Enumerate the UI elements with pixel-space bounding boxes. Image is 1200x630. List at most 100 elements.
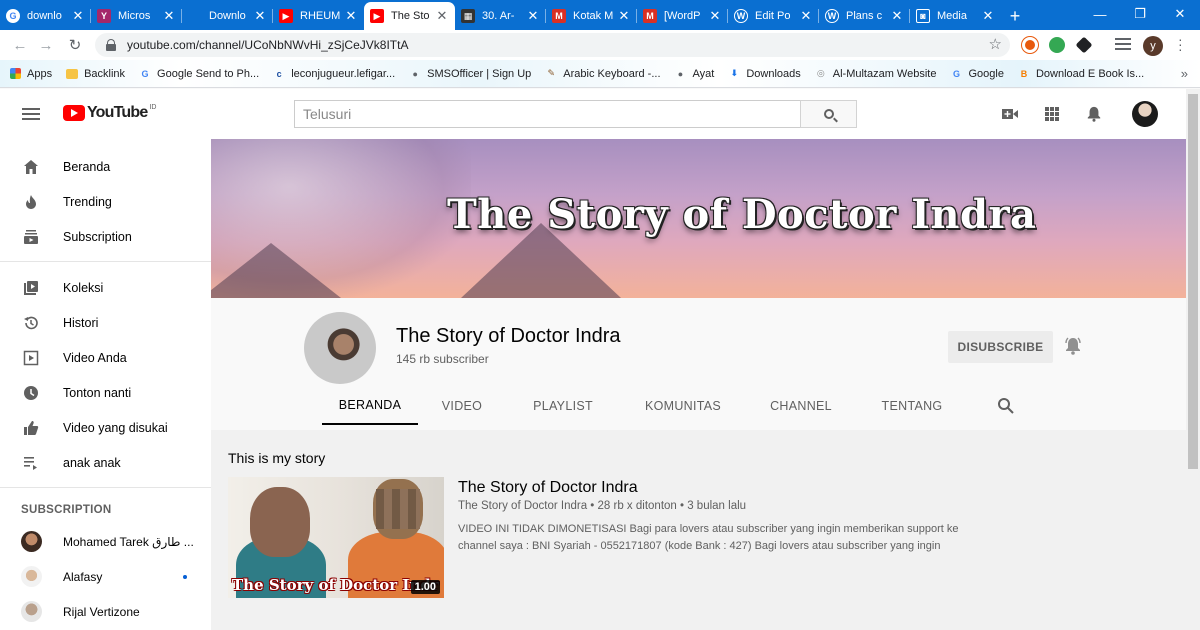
close-window-icon[interactable]: ✕ <box>1160 0 1200 28</box>
reload-icon[interactable]: ↻ <box>61 31 89 59</box>
extension-leaf-icon[interactable] <box>1049 37 1065 53</box>
close-tab-icon[interactable]: ✕ <box>890 8 904 24</box>
subscribed-button[interactable]: DISUBSCRIBE <box>948 331 1053 363</box>
close-tab-icon[interactable]: ✕ <box>253 8 267 24</box>
search-button[interactable] <box>800 100 857 128</box>
browser-tab[interactable]: M [WordP ✕ <box>637 2 728 30</box>
tab-channel[interactable]: CHANNEL <box>753 387 849 425</box>
notifications-bell-icon[interactable] <box>1085 106 1103 122</box>
sidebar-item-label: Video Anda <box>63 350 127 365</box>
liked-icon <box>22 419 40 437</box>
media-control-icon[interactable] <box>1115 38 1131 52</box>
bookmark-item[interactable]: ✎ Arabic Keyboard -... <box>545 68 661 80</box>
your-videos-icon <box>22 349 40 367</box>
close-tab-icon[interactable]: ✕ <box>708 8 722 24</box>
bookmark-item[interactable]: G Google Send to Ph... <box>139 67 260 80</box>
tab-video[interactable]: VIDEO <box>427 387 497 425</box>
browser-tab[interactable]: ▶ The Sto ✕ <box>364 2 455 30</box>
close-tab-icon[interactable]: ✕ <box>162 8 176 24</box>
browser-tab[interactable]: Gdownlo ✕ <box>0 2 91 30</box>
folder-icon <box>66 68 79 79</box>
bookmark-item[interactable]: Backlink <box>66 68 125 80</box>
bookmark-item[interactable]: ◎ Al-Multazam Website <box>815 68 937 80</box>
bookmark-label: Google Send to Ph... <box>157 67 260 80</box>
minimize-window-icon[interactable]: — <box>1080 0 1120 28</box>
scrollbar-thumb[interactable] <box>1188 94 1198 469</box>
channel-avatar[interactable] <box>304 312 376 384</box>
apps-grid-icon[interactable] <box>1043 106 1061 122</box>
forward-arrow-icon[interactable]: → <box>32 31 60 59</box>
subscriptions-icon <box>22 228 40 246</box>
close-tab-icon[interactable]: ✕ <box>526 8 540 24</box>
youtube-logo[interactable]: YouTube ID <box>63 104 156 122</box>
close-tab-icon[interactable]: ✕ <box>435 8 449 24</box>
browser-tab[interactable]: Downlo ✕ <box>182 2 273 30</box>
address-bar[interactable]: youtube.com/channel/UCoNbNWvHi_zSjCeJVk8… <box>95 33 1010 57</box>
bookmark-item[interactable]: ● SMSOfficer | Sign Up <box>409 68 531 80</box>
new-tab-button[interactable]: + <box>1001 2 1029 30</box>
extension-record-icon[interactable] <box>1022 37 1038 53</box>
subscription-item[interactable]: Rijal Vertizone <box>0 594 211 629</box>
trending-icon <box>22 193 40 211</box>
close-tab-icon[interactable]: ✕ <box>799 8 813 24</box>
lock-icon[interactable] <box>105 39 117 51</box>
bookmark-item[interactable]: B Download E Book Is... <box>1018 68 1144 80</box>
close-tab-icon[interactable]: ✕ <box>981 8 995 24</box>
browser-tab[interactable]: W Edit Po ✕ <box>728 2 819 30</box>
tab-title: 30. Ar- <box>482 10 515 22</box>
sidebar-item-anak-anak[interactable]: anak anak <box>0 445 211 480</box>
more-bookmarks-icon[interactable]: » <box>1181 66 1188 81</box>
youtube-icon: ▶ <box>370 9 384 23</box>
create-video-icon[interactable] <box>1001 106 1019 122</box>
back-arrow-icon[interactable]: ← <box>6 31 34 59</box>
download-icon: ⬇ <box>730 68 739 78</box>
sidebar-item-beranda[interactable]: Beranda <box>0 149 211 184</box>
tab-playlist[interactable]: PLAYLIST <box>515 387 611 425</box>
bookmark-item[interactable]: ● Ayat <box>675 68 715 80</box>
tab-title: The Sto <box>391 10 430 22</box>
tab-beranda[interactable]: BERANDA <box>322 387 418 425</box>
bookmark-label: leconjugueur.lefigar... <box>291 67 396 80</box>
extension-cube-icon[interactable] <box>1075 36 1093 54</box>
search-icon <box>823 109 834 119</box>
video-title[interactable]: The Story of Doctor Indra <box>458 479 638 497</box>
sidebar-item-tonton-nanti[interactable]: Tonton nanti <box>0 375 211 410</box>
bookmark-item[interactable]: ⬇ Downloads <box>728 68 801 80</box>
search-input[interactable]: Telusuri <box>294 100 800 128</box>
subscription-item[interactable]: Mohamed Tarek طارق ... <box>0 524 211 559</box>
bookmark-item[interactable]: Apps <box>10 68 52 80</box>
close-tab-icon[interactable]: ✕ <box>71 8 85 24</box>
gmail-icon: M <box>643 9 657 23</box>
sidebar-item-video-yang-disukai[interactable]: Video yang disukai <box>0 410 211 445</box>
video-thumbnail[interactable]: The Story of Doctor Indr 1.00 <box>228 477 444 598</box>
browser-tab[interactable]: ▦ 30. Ar- ✕ <box>455 2 546 30</box>
tab-komunitas[interactable]: KOMUNITAS <box>629 387 737 425</box>
browser-tab[interactable]: M Kotak M ✕ <box>546 2 637 30</box>
sidebar-item-video-anda[interactable]: Video Anda <box>0 340 211 375</box>
sidebar-item-trending[interactable]: Trending <box>0 184 211 219</box>
browser-tab[interactable]: Y Micros ✕ <box>91 2 182 30</box>
browser-tab[interactable]: ▶ RHEUM ✕ <box>273 2 364 30</box>
browser-profile-avatar[interactable]: y <box>1143 36 1163 56</box>
browser-menu-icon[interactable]: · · · <box>1178 32 1183 56</box>
sidebar-item-koleksi[interactable]: Koleksi <box>0 270 211 305</box>
page-scrollbar[interactable] <box>1186 89 1200 630</box>
sidebar-item-histori[interactable]: Histori <box>0 305 211 340</box>
close-tab-icon[interactable]: ✕ <box>344 8 358 24</box>
tab-tentang[interactable]: TENTANG <box>867 387 957 425</box>
account-avatar[interactable] <box>1132 101 1158 127</box>
restore-window-icon[interactable]: ❐ <box>1120 0 1160 28</box>
browser-tab[interactable]: W Plans c ✕ <box>819 2 910 30</box>
channel-search-icon[interactable] <box>997 397 1015 415</box>
bookmark-star-icon[interactable]: ☆ <box>989 35 1002 53</box>
notification-bell-ringing-icon[interactable] <box>1063 336 1083 356</box>
subscription-avatar <box>21 566 42 587</box>
browser-tab[interactable]: ◙ Media ✕ <box>910 2 1001 30</box>
shelf-title[interactable]: This is my story <box>228 450 325 466</box>
sidebar-item-subscription[interactable]: Subscription <box>0 219 211 254</box>
bookmark-item[interactable]: G Google <box>950 68 1004 80</box>
close-tab-icon[interactable]: ✕ <box>617 8 631 24</box>
hamburger-menu-icon[interactable] <box>22 108 40 120</box>
bookmark-item[interactable]: c leconjugueur.lefigar... <box>273 68 395 80</box>
subscription-item[interactable]: Alafasy <box>0 559 211 594</box>
